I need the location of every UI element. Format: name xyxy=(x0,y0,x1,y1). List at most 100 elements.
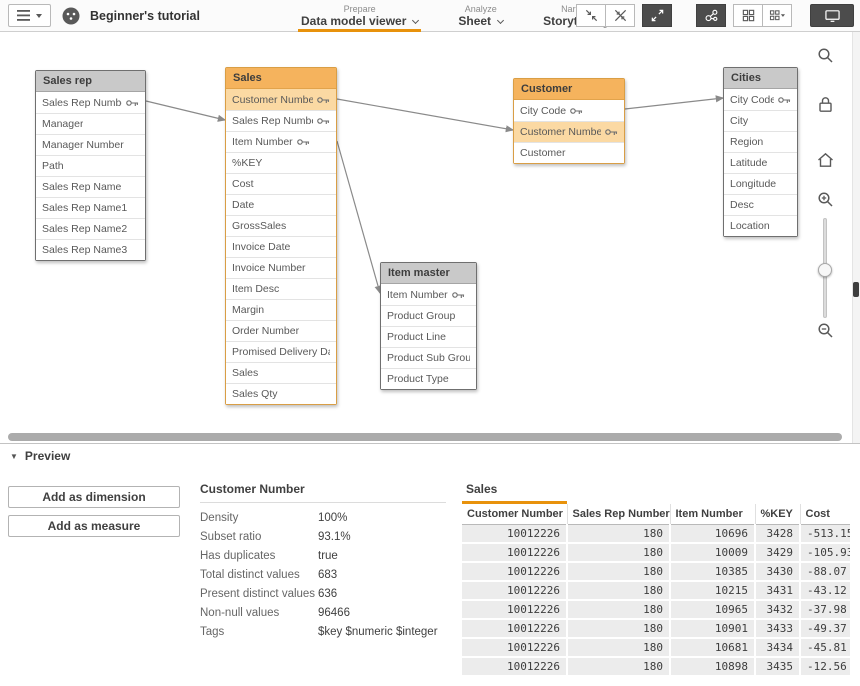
nav-sheet[interactable]: AnalyzeSheet xyxy=(455,0,506,32)
field-customer[interactable]: Customer xyxy=(514,142,624,163)
lock-button[interactable] xyxy=(815,94,835,114)
field-latitude[interactable]: Latitude xyxy=(724,152,797,173)
field-item-number[interactable]: Item Number xyxy=(226,131,336,152)
global-menu-button[interactable] xyxy=(8,4,51,27)
model-canvas[interactable]: Sales repSales Rep NumberManagerManager … xyxy=(0,32,860,443)
preview-table-row[interactable]: 10012226180106813434-45.81 xyxy=(462,638,851,657)
nav-data-model-viewer[interactable]: PrepareData model viewer xyxy=(298,0,421,32)
model-table-sales-rep[interactable]: Sales repSales Rep NumberManagerManager … xyxy=(35,70,146,261)
field-sales-rep-name1[interactable]: Sales Rep Name1 xyxy=(36,197,145,218)
fullscreen-button[interactable] xyxy=(810,4,854,27)
field-customer-number[interactable]: Customer Number xyxy=(226,89,336,110)
cell: 10215 xyxy=(670,581,755,600)
field-product-type[interactable]: Product Type xyxy=(381,368,476,389)
nav-item-label: Data model viewer xyxy=(301,14,418,28)
preview-table-row[interactable]: 10012226180108983435-12.56 xyxy=(462,657,851,676)
horizontal-scrollbar-thumb[interactable] xyxy=(8,433,842,441)
field-manager-number[interactable]: Manager Number xyxy=(36,134,145,155)
model-table-item-master[interactable]: Item masterItem NumberProduct GroupProdu… xyxy=(380,262,477,390)
field-product-sub-group[interactable]: Product Sub Group xyxy=(381,347,476,368)
model-table-customer[interactable]: CustomerCity CodeCustomer NumberCustomer xyxy=(513,78,625,164)
field-invoice-number[interactable]: Invoice Number xyxy=(226,257,336,278)
shrink-view-button[interactable] xyxy=(576,4,606,27)
field-order-number[interactable]: Order Number xyxy=(226,320,336,341)
expand-all-button[interactable] xyxy=(642,4,672,27)
field-desc[interactable]: Desc xyxy=(724,194,797,215)
field-sales-rep-name3[interactable]: Sales Rep Name3 xyxy=(36,239,145,260)
field-product-line[interactable]: Product Line xyxy=(381,326,476,347)
field-label: Sales Rep Number xyxy=(232,115,313,127)
field-region[interactable]: Region xyxy=(724,131,797,152)
vertical-scrollbar[interactable] xyxy=(852,32,860,443)
zoom-out-button[interactable] xyxy=(815,320,835,340)
key-icon xyxy=(778,96,791,104)
field-customer-number[interactable]: Customer Number xyxy=(514,121,624,142)
field-sales[interactable]: Sales xyxy=(226,362,336,383)
table-title[interactable]: Item master xyxy=(381,263,476,284)
arrows-expand-icon xyxy=(650,8,665,23)
cell: 10898 xyxy=(670,657,755,676)
model-table-cities[interactable]: CitiesCity CodeCityRegionLatitudeLongitu… xyxy=(723,67,798,237)
field-city-code[interactable]: City Code xyxy=(724,89,797,110)
cell: 10012226 xyxy=(462,657,567,676)
cell: 3430 xyxy=(755,562,800,581)
column-header-item-number[interactable]: Item Number xyxy=(670,504,755,525)
column-header-sales-rep-number[interactable]: Sales Rep Number xyxy=(567,504,670,525)
field-cost[interactable]: Cost xyxy=(226,173,336,194)
field-sales-rep-name[interactable]: Sales Rep Name xyxy=(36,176,145,197)
stat-value: 683 xyxy=(318,566,337,585)
field-date[interactable]: Date xyxy=(226,194,336,215)
column-header-key[interactable]: %KEY xyxy=(755,504,800,525)
field-product-group[interactable]: Product Group xyxy=(381,305,476,326)
zoom-slider-thumb[interactable] xyxy=(818,263,832,277)
preview-table-row[interactable]: 10012226180103853430-88.07 xyxy=(462,562,851,581)
collapse-all-button[interactable] xyxy=(605,4,635,27)
home-button[interactable] xyxy=(815,150,835,170)
layout-menu-button[interactable] xyxy=(762,4,792,27)
preview-table-row[interactable]: 10012226180100093429-105.93 xyxy=(462,543,851,562)
field-city[interactable]: City xyxy=(724,110,797,131)
preview-table-row[interactable]: 10012226180102153431-43.12 xyxy=(462,581,851,600)
field-path[interactable]: Path xyxy=(36,155,145,176)
field-item-desc[interactable]: Item Desc xyxy=(226,278,336,299)
preview-header[interactable]: ▼ Preview xyxy=(0,444,860,468)
vertical-scrollbar-thumb[interactable] xyxy=(853,282,859,297)
field-invoice-date[interactable]: Invoice Date xyxy=(226,236,336,257)
search-button[interactable] xyxy=(815,45,835,65)
cell: 10965 xyxy=(670,600,755,619)
table-title[interactable]: Sales rep xyxy=(36,71,145,92)
hub-icon[interactable] xyxy=(61,6,81,26)
table-title[interactable]: Customer xyxy=(514,79,624,100)
field-sales-rep-number[interactable]: Sales Rep Number xyxy=(36,92,145,113)
field-item-number[interactable]: Item Number xyxy=(381,284,476,305)
preview-table-row[interactable]: 10012226180106963428-513.15 xyxy=(462,525,851,544)
preview-table-row[interactable]: 10012226180109653432-37.98 xyxy=(462,600,851,619)
field-city-code[interactable]: City Code xyxy=(514,100,624,121)
field-margin[interactable]: Margin xyxy=(226,299,336,320)
add-as-measure-button[interactable]: Add as measure xyxy=(8,515,180,537)
stat-label: Has duplicates xyxy=(200,547,318,566)
stat-label: Total distinct values xyxy=(200,566,318,585)
preview-table-row[interactable]: 10012226180109013433-49.37 xyxy=(462,619,851,638)
field-sales-qty[interactable]: Sales Qty xyxy=(226,383,336,404)
field-key[interactable]: %KEY xyxy=(226,152,336,173)
bubble-layout-button[interactable] xyxy=(696,4,726,27)
grid-layout-button[interactable] xyxy=(733,4,763,27)
table-title[interactable]: Sales xyxy=(226,68,336,89)
add-as-dimension-button[interactable]: Add as dimension xyxy=(8,486,180,508)
field-longitude[interactable]: Longitude xyxy=(724,173,797,194)
field-promised-delivery-date[interactable]: Promised Delivery Date xyxy=(226,341,336,362)
column-header-cost[interactable]: Cost xyxy=(800,504,851,525)
cell: 10012226 xyxy=(462,600,567,619)
model-table-sales[interactable]: SalesCustomer NumberSales Rep NumberItem… xyxy=(225,67,337,405)
field-sales-rep-number[interactable]: Sales Rep Number xyxy=(226,110,336,131)
zoom-slider[interactable] xyxy=(818,218,832,318)
field-sales-rep-name2[interactable]: Sales Rep Name2 xyxy=(36,218,145,239)
table-title[interactable]: Cities xyxy=(724,68,797,89)
field-manager[interactable]: Manager xyxy=(36,113,145,134)
column-header-customer-number[interactable]: Customer Number xyxy=(462,504,567,525)
key-icon xyxy=(317,117,330,125)
field-location[interactable]: Location xyxy=(724,215,797,236)
field-grosssales[interactable]: GrossSales xyxy=(226,215,336,236)
zoom-in-button[interactable] xyxy=(815,189,835,209)
